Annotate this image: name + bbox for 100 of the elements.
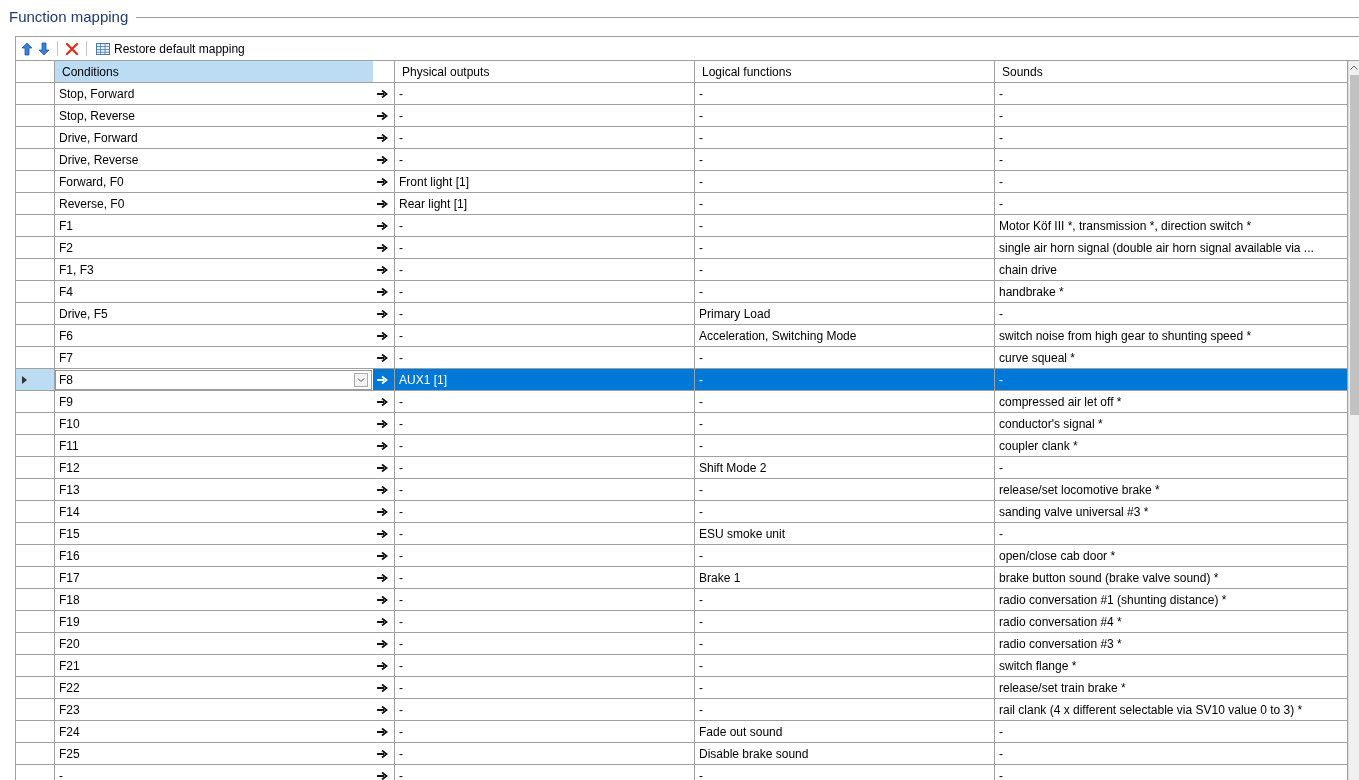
table-cell: F16 [59, 548, 80, 563]
row-header[interactable] [16, 369, 55, 390]
table-cell: Drive, Reverse [59, 152, 139, 167]
arrow-up-icon[interactable] [21, 41, 33, 56]
arrow-right-icon [377, 198, 388, 209]
table-cell: - [399, 438, 403, 453]
table-cell: - [399, 152, 403, 167]
arrow-right-icon [377, 308, 388, 319]
table-cell: F9 [59, 394, 73, 409]
arrow-right-icon [377, 484, 388, 495]
conditions-combo-field[interactable]: F8 [55, 369, 372, 390]
table-cell: - [399, 482, 403, 497]
table-cell: F18 [59, 592, 80, 607]
arrow-right-icon [377, 330, 388, 341]
table-cell: - [699, 284, 703, 299]
table-cell: Brake 1 [699, 570, 741, 585]
table-cell: - [399, 460, 403, 475]
table-cell: - [699, 702, 703, 717]
arrow-right-icon [377, 440, 388, 451]
table-cell: - [699, 768, 703, 780]
table-cell: - [699, 240, 703, 255]
current-row-icon [22, 375, 27, 384]
table-cell: ESU smoke unit [699, 526, 786, 541]
table-cell: F2 [59, 240, 73, 255]
arrow-down-icon[interactable] [38, 41, 50, 56]
arrow-right-icon [377, 660, 388, 671]
table-cell: - [399, 328, 403, 343]
arrow-right-icon [377, 176, 388, 187]
table-cell: - [59, 768, 63, 780]
table-cell: Shift Mode 2 [699, 460, 767, 475]
table-cell: - [699, 372, 703, 387]
table-cell: Stop, Forward [59, 86, 135, 101]
table-cell: - [699, 196, 703, 211]
table-cell: - [399, 680, 403, 695]
table-cell: F19 [59, 614, 80, 629]
arrow-right-icon [377, 88, 388, 99]
table-cell: F24 [59, 724, 80, 739]
table-cell: - [699, 504, 703, 519]
table-cell: - [399, 592, 403, 607]
arrow-right-icon [377, 110, 388, 121]
group-title: Function mapping [9, 7, 130, 25]
table-cell: sanding valve universal #3 * [999, 504, 1149, 519]
arrow-right-icon [377, 770, 388, 780]
vertical-scrollbar[interactable] [1348, 61, 1359, 780]
table-cell: Acceleration, Switching Mode [699, 328, 857, 343]
table-cell: - [399, 86, 403, 101]
table-cell: - [399, 306, 403, 321]
table-cell: AUX1 [1] [399, 372, 448, 387]
table-cell: radio conversation #3 * [999, 636, 1122, 651]
table-cell: - [399, 746, 403, 761]
table-cell: handbrake * [999, 284, 1064, 299]
table-cell: - [399, 262, 403, 277]
table-icon [96, 42, 110, 55]
table-cell: - [999, 196, 1003, 211]
table-cell: F6 [59, 328, 73, 343]
table-cell: radio conversation #4 * [999, 614, 1122, 629]
table-cell: - [999, 746, 1003, 761]
table-cell: - [699, 438, 703, 453]
scroll-up-icon[interactable] [1350, 65, 1358, 70]
column-header[interactable]: Conditions [55, 61, 373, 82]
table-cell: conductor's signal * [999, 416, 1103, 431]
chevron-down-icon[interactable] [354, 372, 368, 387]
arrow-right-icon [377, 264, 388, 275]
table-cell: chain drive [999, 262, 1058, 277]
table-cell: - [999, 372, 1003, 387]
table-cell: coupler clank * [999, 438, 1078, 453]
arrow-right-icon [377, 616, 388, 627]
arrow-right-icon [377, 572, 388, 583]
table-cell: radio conversation #1 (shunting distance) * [999, 592, 1227, 607]
table-cell: - [699, 636, 703, 651]
table-cell: Stop, Reverse [59, 108, 136, 123]
scrollbar-thumb[interactable] [1349, 75, 1359, 415]
table-cell: F25 [59, 746, 80, 761]
table-cell: - [399, 614, 403, 629]
arrow-right-icon [377, 220, 388, 231]
column-header[interactable]: Sounds [995, 61, 1347, 82]
arrow-right-icon [377, 132, 388, 143]
table-cell: - [699, 394, 703, 409]
delete-icon[interactable] [65, 41, 79, 56]
table-cell: switch noise from high gear to shunting speed * [999, 328, 1252, 343]
arrow-right-icon [377, 374, 388, 385]
arrow-right-icon [377, 506, 388, 517]
table-cell: - [999, 724, 1003, 739]
arrow-right-icon [377, 418, 388, 429]
column-header[interactable]: Physical outputs [395, 61, 694, 82]
arrow-right-icon [377, 462, 388, 473]
table-cell: F20 [59, 636, 80, 651]
table-cell: - [399, 526, 403, 541]
table-cell: - [399, 724, 403, 739]
table-cell: - [399, 548, 403, 563]
table-cell: release/set train brake * [999, 680, 1126, 695]
table-cell: brake button sound (brake valve sound) * [999, 570, 1219, 585]
table-cell: - [699, 592, 703, 607]
column-header[interactable]: Logical functions [695, 61, 994, 82]
table-cell: F23 [59, 702, 80, 717]
table-cell: - [699, 174, 703, 189]
table-cell: - [999, 306, 1003, 321]
restore-default-mapping-button[interactable]: Restore default mapping [94, 39, 247, 58]
table-cell: - [999, 174, 1003, 189]
table-cell: Drive, F5 [59, 306, 108, 321]
